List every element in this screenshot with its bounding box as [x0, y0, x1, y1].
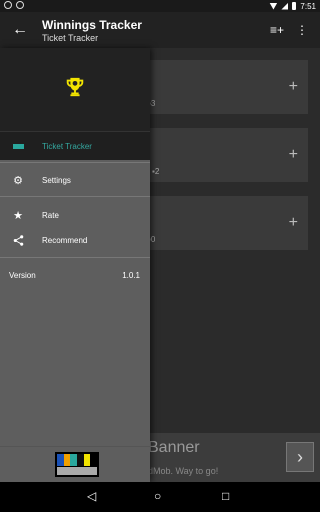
divider [0, 196, 150, 197]
version-value: 1.0.1 [122, 271, 140, 280]
drawer-item-recommend[interactable]: Recommend [0, 226, 150, 254]
playlist-add-icon[interactable]: ≡+ [270, 23, 284, 37]
home-nav-icon[interactable]: ○ [154, 489, 161, 503]
ticket-card[interactable]: ▪0 + [148, 196, 308, 250]
more-vert-icon[interactable]: ⋮ [296, 23, 308, 37]
plus-icon[interactable]: + [289, 78, 298, 96]
banner-title: Banner [148, 439, 200, 456]
divider [0, 162, 150, 163]
drawer-item-ticket-tracker[interactable]: Ticket Tracker [0, 132, 150, 160]
ticket-count: ▪2 [152, 167, 160, 176]
version-label: Version [9, 271, 36, 280]
status-bar: 7:51 [0, 0, 320, 12]
navigation-drawer: Ticket Tracker ⚙ Settings ★ Rate Recomme… [0, 48, 150, 482]
battery-icon [292, 2, 297, 10]
arrow-left-icon[interactable]: ← [12, 21, 28, 39]
divider [0, 257, 150, 258]
status-time: 7:51 [300, 1, 316, 11]
notification-icons [4, 1, 24, 9]
banner-subtitle: dMob. Way to go! [148, 466, 219, 476]
system-nav-bar: ◁ ○ □ [0, 482, 320, 512]
ticket-card[interactable]: ▪3 + [148, 60, 308, 114]
ad-banner[interactable]: Banner dMob. Way to go! › [148, 433, 320, 482]
drawer-item-rate[interactable]: ★ Rate [0, 201, 150, 229]
sync-icon [16, 1, 24, 9]
drawer-item-settings[interactable]: ⚙ Settings [0, 166, 150, 194]
app-bar: ← Winnings Tracker Ticket Tracker ≡+ ⋮ [0, 12, 320, 48]
drawer-item-label: Rate [42, 210, 59, 220]
plus-icon[interactable]: + [289, 146, 298, 164]
recents-nav-icon[interactable]: □ [222, 489, 229, 503]
app-subtitle: Ticket Tracker [42, 33, 99, 43]
gear-icon: ⚙ [13, 174, 23, 187]
drawer-header [0, 48, 150, 132]
back-nav-icon[interactable]: ◁ [87, 489, 96, 503]
ticket-icon [12, 140, 24, 152]
drawer-footer [0, 446, 150, 482]
app-title: Winnings Tracker [42, 18, 142, 32]
trophy-icon [66, 77, 84, 97]
app-logo [55, 452, 99, 477]
drawer-item-label: Settings [42, 175, 71, 185]
wifi-icon [269, 2, 278, 10]
signal-icon [281, 2, 289, 10]
star-icon: ★ [13, 209, 23, 222]
drawer-item-label: Ticket Tracker [42, 141, 92, 151]
drawer-item-label: Recommend [42, 235, 88, 245]
chevron-right-icon[interactable]: › [286, 442, 314, 472]
plus-icon[interactable]: + [289, 214, 298, 232]
notification-icon [4, 1, 12, 9]
status-right: 7:51 [269, 0, 316, 12]
share-icon [12, 234, 24, 246]
ticket-card[interactable]: ▪2 + [148, 128, 308, 182]
